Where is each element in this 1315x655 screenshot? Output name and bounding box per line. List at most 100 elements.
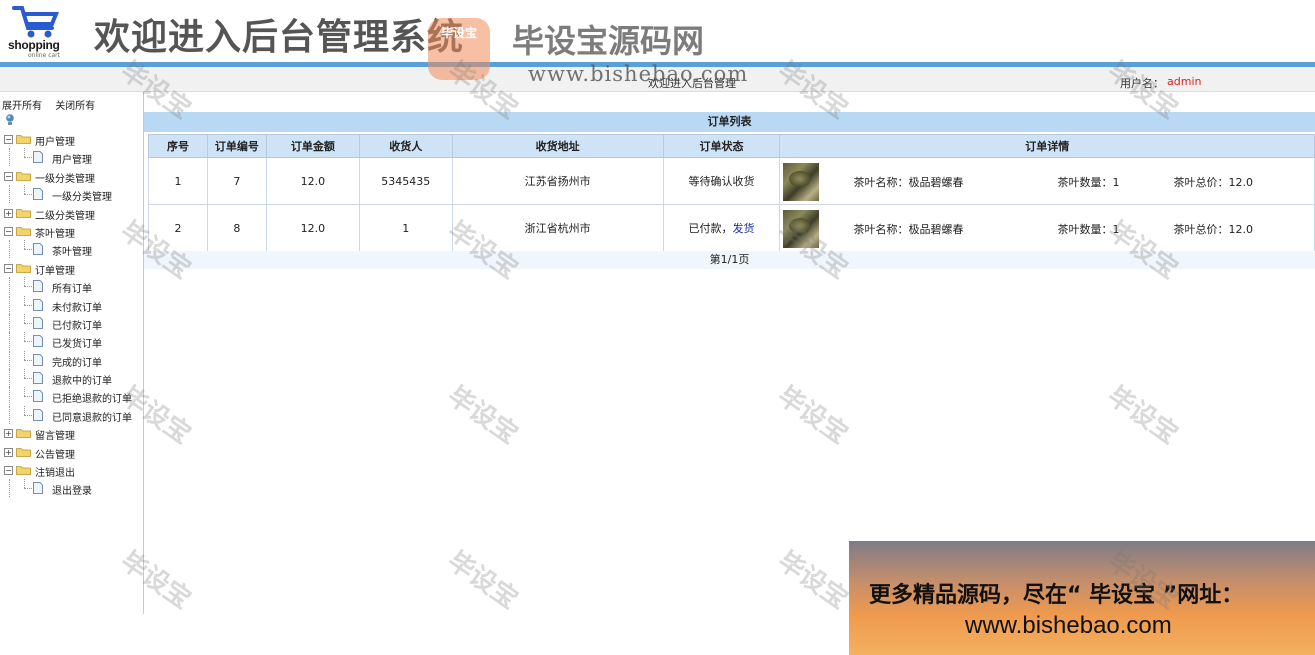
folder-icon <box>16 263 31 273</box>
tree-leaf-node[interactable]: 已发货订单 <box>0 332 143 351</box>
nav-tree: − 用户管理 用户管理 − 一级分类管理 一级分类管理 + 二级分类管理 − 茶叶管理 茶叶管理 − 订… <box>0 130 143 498</box>
detail-tea-name: 茶叶名称：极品碧螺春 <box>853 223 964 236</box>
tree-folder-node[interactable]: + 留言管理 <box>0 424 143 442</box>
tree-leaf-node[interactable]: 完成的订单 <box>0 350 143 369</box>
table-header-row: 序号 订单编号 订单金额 收货人 收货地址 订单状态 订单详情 <box>148 134 1315 158</box>
tree-leaf-label[interactable]: 已同意退款的订单 <box>52 409 132 424</box>
tree-leaf-node[interactable]: 已拒绝退款的订单 <box>0 387 143 406</box>
tree-connector <box>24 378 32 380</box>
tree-folder-label[interactable]: 公告管理 <box>35 446 75 461</box>
welcome-text: 欢迎进入后台管理 <box>648 77 736 90</box>
document-icon <box>33 353 43 366</box>
tree-leaf-label[interactable]: 退出登录 <box>52 482 92 497</box>
tea-thumbnail-image <box>783 210 820 248</box>
tree-leaf-label[interactable]: 茶叶管理 <box>52 243 92 258</box>
tree-leaf-node[interactable]: 已同意退款的订单 <box>0 405 143 424</box>
collapse-all-link[interactable]: 关闭所有 <box>55 101 95 112</box>
sidebar: 展开所有 关闭所有 − 用户管理 用户管理 − 一级分类管理 一级分类管理 + 二级分类管理 −… <box>0 92 144 614</box>
tree-folder-node[interactable]: + 公告管理 <box>0 443 143 461</box>
promo-url[interactable]: www.bishebao.com <box>965 612 1172 640</box>
tree-folder-node[interactable]: − 一级分类管理 <box>0 167 143 185</box>
column-header: 订单编号 <box>206 134 267 158</box>
column-header: 订单金额 <box>265 134 360 158</box>
cell-detail: 茶叶名称：极品碧螺春 茶叶数量：1 茶叶总价：12.0 <box>779 204 1315 252</box>
tree-leaf-label[interactable]: 用户管理 <box>52 151 92 166</box>
folder-icon <box>16 171 31 181</box>
column-header: 订单状态 <box>662 134 781 158</box>
tree-folder-label[interactable]: 留言管理 <box>35 427 75 442</box>
tree-connector <box>9 405 10 424</box>
tree-folder-label[interactable]: 茶叶管理 <box>35 225 75 240</box>
detail-tea-name: 茶叶名称：极品碧螺春 <box>853 176 964 189</box>
user-label: 用户名： <box>1120 77 1164 90</box>
tree-leaf-label[interactable]: 完成的订单 <box>52 354 102 369</box>
table-caption: 订单列表 <box>144 112 1315 132</box>
tree-connector <box>24 313 25 323</box>
tree-leaf-label[interactable]: 已发货订单 <box>52 335 102 350</box>
tree-folder-node[interactable]: − 订单管理 <box>0 259 143 277</box>
tree-folder-label[interactable]: 订单管理 <box>35 262 75 277</box>
tree-leaf-label[interactable]: 一级分类管理 <box>52 188 112 203</box>
folder-icon <box>16 208 31 218</box>
tea-thumbnail-image <box>783 163 820 201</box>
tree-leaf-node[interactable]: 未付款订单 <box>0 295 143 314</box>
tree-connector <box>24 396 32 398</box>
cell-index: 1 <box>148 157 208 205</box>
detail-tea-quantity: 茶叶数量：1 <box>1057 223 1120 236</box>
logo-text: shopping <box>8 38 60 52</box>
tree-connector <box>9 479 10 498</box>
cell-index: 2 <box>148 204 208 252</box>
expand-toggle-icon[interactable]: + <box>4 429 13 439</box>
expand-toggle-icon[interactable]: − <box>4 466 13 476</box>
ship-link[interactable]: 发货 <box>733 222 755 235</box>
expand-all-link[interactable]: 展开所有 <box>2 101 42 112</box>
tree-leaf-label[interactable]: 所有订单 <box>52 280 92 295</box>
table-row: 2 8 12.0 1 浙江省杭州市 已付款，发货 茶叶名称：极品碧螺春 茶叶数量… <box>148 204 1315 252</box>
tree-leaf-label[interactable]: 已付款订单 <box>52 317 102 332</box>
tree-connector <box>9 240 10 259</box>
expand-toggle-icon[interactable]: − <box>4 135 13 144</box>
document-icon <box>33 151 43 164</box>
tree-folder-label[interactable]: 一级分类管理 <box>35 170 95 185</box>
tree-connector <box>24 341 32 343</box>
tree-connector <box>9 387 10 406</box>
cell-detail: 茶叶名称：极品碧螺春 茶叶数量：1 茶叶总价：12.0 <box>779 157 1315 205</box>
tree-connector <box>24 304 32 306</box>
promo-banner[interactable]: 更多精品源码，尽在“ 毕设宝 ”网址： www.bishebao.com <box>849 541 1315 655</box>
cell-order-no: 8 <box>206 204 267 252</box>
tree-leaf-node[interactable]: 用户管理 <box>0 148 143 167</box>
tree-folder-node[interactable]: − 注销退出 <box>0 461 143 479</box>
tree-folder-label[interactable]: 二级分类管理 <box>35 207 95 222</box>
system-title: 欢迎进入后台管理系统 <box>94 17 465 58</box>
folder-icon <box>16 227 31 236</box>
tree-leaf-node[interactable]: 退出登录 <box>0 479 143 498</box>
expand-toggle-icon[interactable]: − <box>4 263 13 273</box>
tree-folder-node[interactable]: − 用户管理 <box>0 130 143 148</box>
tree-folder-label[interactable]: 注销退出 <box>35 464 75 479</box>
tree-leaf-node[interactable]: 一级分类管理 <box>0 185 143 204</box>
document-icon <box>33 188 43 201</box>
tree-connector <box>9 332 10 351</box>
tree-folder-node[interactable]: − 茶叶管理 <box>0 222 143 240</box>
tree-leaf-node[interactable]: 所有订单 <box>0 277 143 296</box>
tree-folder-node[interactable]: + 二级分类管理 <box>0 204 143 222</box>
expand-toggle-icon[interactable]: + <box>4 447 13 457</box>
tree-connector <box>24 286 32 288</box>
tree-leaf-label[interactable]: 未付款订单 <box>52 299 102 314</box>
watermark: 毕设宝 <box>1102 380 1184 451</box>
column-header: 收货地址 <box>451 134 664 158</box>
tree-folder-label[interactable]: 用户管理 <box>35 133 75 148</box>
expand-toggle-icon[interactable]: − <box>4 171 13 181</box>
tree-connector <box>24 332 25 342</box>
tree-leaf-label[interactable]: 已拒绝退款的订单 <box>52 390 132 405</box>
expand-toggle-icon[interactable]: + <box>4 208 13 218</box>
tree-leaf-node[interactable]: 退款中的订单 <box>0 369 143 388</box>
document-icon <box>33 317 43 329</box>
column-header: 订单详情 <box>779 134 1315 158</box>
tree-leaf-node[interactable]: 已付款订单 <box>0 313 143 332</box>
tree-leaf-node[interactable]: 茶叶管理 <box>0 240 143 259</box>
tree-root-icon <box>6 114 14 125</box>
expand-toggle-icon[interactable]: − <box>4 226 13 236</box>
tree-leaf-label[interactable]: 退款中的订单 <box>52 372 112 387</box>
status-text: 已付款， <box>688 222 733 235</box>
